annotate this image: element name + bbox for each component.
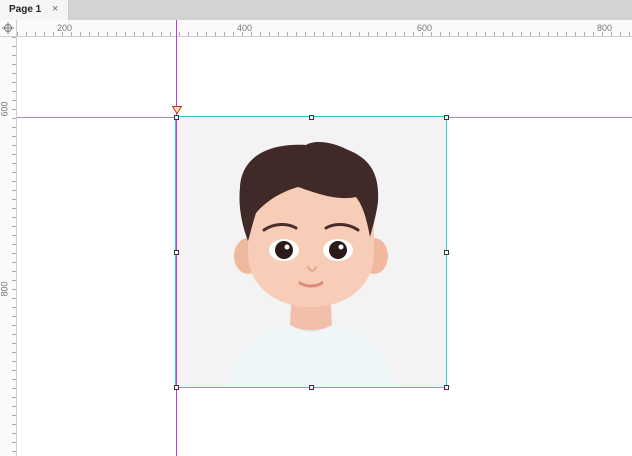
tab-page-1[interactable]: Page 1 × [0, 0, 69, 20]
avatar-image[interactable] [175, 116, 447, 388]
avatar-illustration [226, 142, 396, 387]
resize-handle-right[interactable] [444, 250, 449, 255]
ruler-label-800-vertical: 800 [0, 281, 10, 297]
resize-handle-top-right[interactable] [444, 115, 449, 120]
ruler-label-600: 600 [417, 23, 433, 33]
ruler-label-800: 800 [597, 23, 613, 33]
ruler-label-200: 200 [57, 23, 73, 33]
ruler-top[interactable]: 200 400 600 800 [17, 20, 632, 37]
ruler-corner[interactable] [0, 20, 17, 37]
resize-handle-top-left[interactable] [174, 115, 179, 120]
vertical-guide[interactable] [176, 20, 177, 456]
resize-handle-top[interactable] [309, 115, 314, 120]
ruler-left[interactable]: 600 800 [0, 37, 17, 456]
tab-bar: Page 1 × [0, 0, 632, 20]
tab-close-icon[interactable]: × [52, 3, 58, 15]
ruler-label-400: 400 [237, 23, 253, 33]
resize-handle-left[interactable] [174, 250, 179, 255]
ruler-left-ticks [12, 37, 16, 452]
triangle-marker-icon[interactable] [172, 106, 182, 114]
ruler-top-ticks [17, 32, 630, 36]
resize-handle-bottom-left[interactable] [174, 385, 179, 390]
tab-label: Page 1 [9, 4, 42, 15]
resize-handle-bottom-right[interactable] [444, 385, 449, 390]
ruler-label-600-vertical: 600 [0, 101, 10, 117]
resize-handle-bottom[interactable] [309, 385, 314, 390]
crosshair-icon [2, 22, 14, 34]
